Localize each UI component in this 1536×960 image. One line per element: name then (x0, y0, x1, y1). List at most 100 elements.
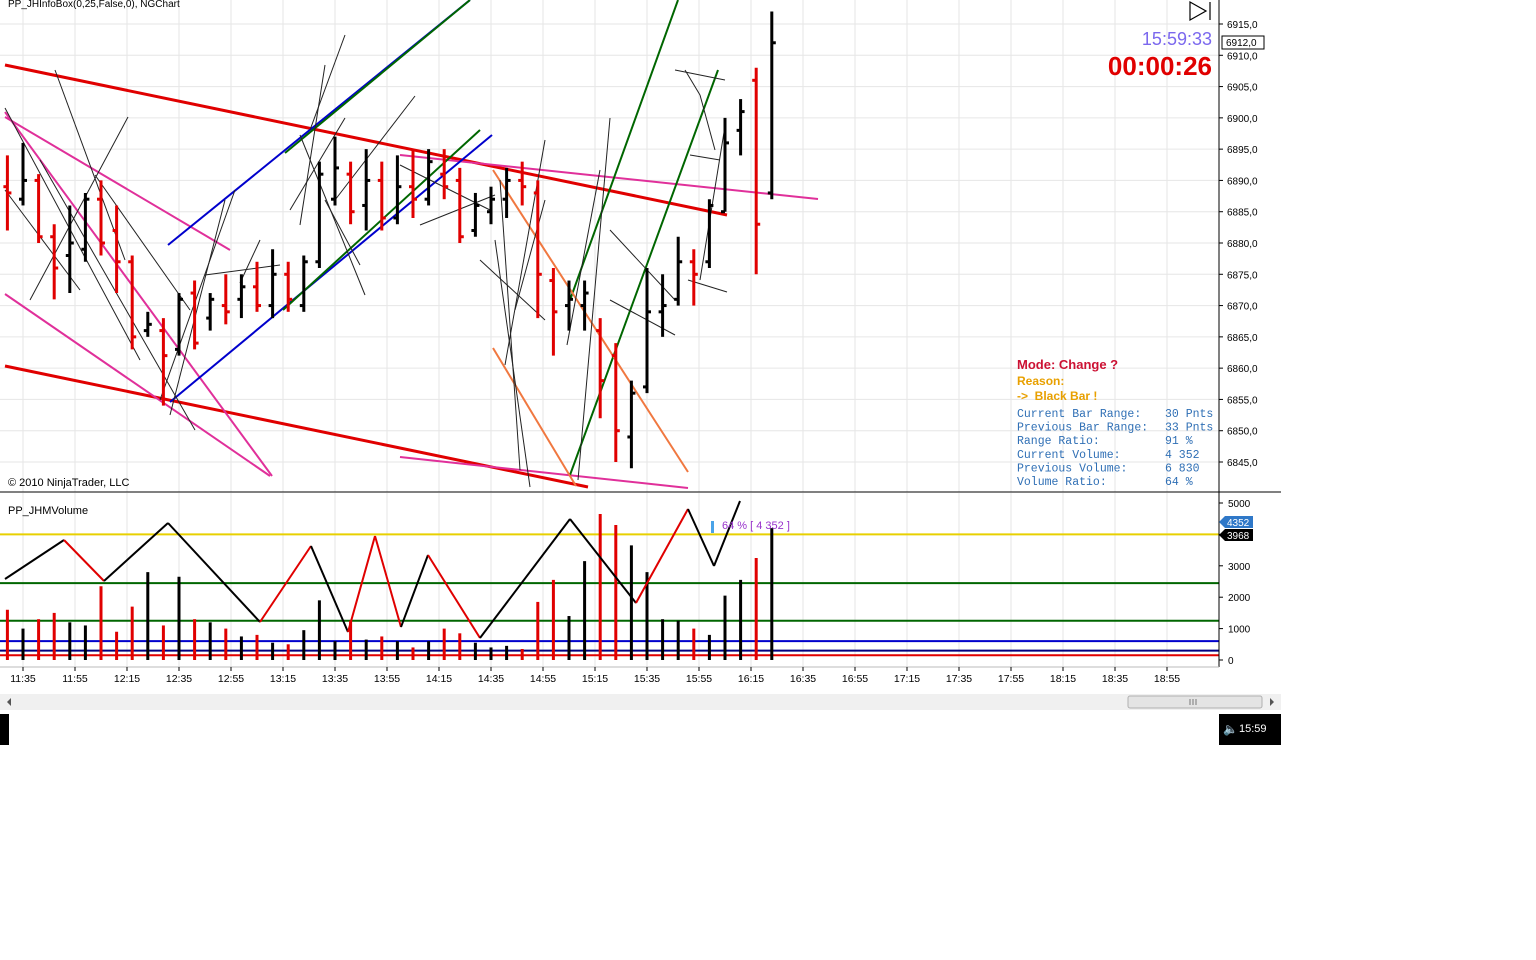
price-tick-label: 6845,0 (1227, 458, 1258, 469)
zigzag-segment (687, 508, 715, 567)
ohlc-bar (611, 343, 620, 462)
price-tick-label: 6875,0 (1227, 270, 1258, 281)
system-tray[interactable]: 🔈 15:59 (1219, 714, 1281, 745)
fib-ray (289, 117, 346, 211)
svg-text:3968: 3968 (1227, 531, 1250, 542)
time-tick-label: 12:55 (218, 673, 244, 685)
copyright-text: © 2010 NinjaTrader, LLC (8, 477, 129, 489)
ohlc-bar (767, 11, 776, 200)
info-row-label: Current Volume: (1017, 449, 1121, 462)
volume-annotation: 64 % [ 4 352 ] (711, 520, 790, 533)
volume-tick-label: 1000 (1228, 625, 1251, 636)
time-tick-label: 14:55 (530, 673, 556, 685)
zigzag-segment (400, 554, 429, 628)
info-row-value: 33 Pnts (1165, 422, 1213, 435)
ohlc-bar (455, 167, 464, 243)
speaker-icon[interactable]: 🔈 (1223, 722, 1238, 736)
current-volume-label: 4352 (1219, 516, 1253, 529)
green-channel-right (569, 69, 719, 476)
horizontal-scrollbar[interactable] (0, 694, 1281, 710)
ohlc-bar (721, 117, 729, 214)
info-row-label: Previous Bar Range: (1017, 422, 1148, 435)
ohlc-bar (253, 261, 261, 312)
time-tick-label: 14:35 (478, 673, 504, 685)
volume-tick-label: 3000 (1228, 562, 1251, 573)
info-mode: Mode: Change ? (1017, 357, 1118, 372)
ohlc-bar (143, 311, 152, 337)
time-tick-label: 14:15 (426, 673, 452, 685)
fib-ray (479, 259, 546, 321)
info-row-label: Current Bar Range: (1017, 408, 1141, 421)
info-reason-label: Reason: (1017, 374, 1064, 388)
volume-panel-title: PP_JHMVolume (8, 505, 88, 517)
price-tick-label: 6905,0 (1227, 83, 1258, 94)
average-volume-label: 3968 (1219, 529, 1253, 542)
fib-ray (4, 107, 141, 361)
volume-zigzag (4, 500, 741, 639)
price-tick-label: 6915,0 (1227, 20, 1258, 31)
green-channel-right (569, 0, 679, 301)
time-tick-label: 18:15 (1050, 673, 1076, 685)
time-tick-label: 13:15 (270, 673, 296, 685)
ohlc-bar (284, 261, 293, 312)
time-tick-label: 12:35 (166, 673, 192, 685)
price-tick-label: 6855,0 (1227, 395, 1258, 406)
time-tick-label: 15:55 (686, 673, 712, 685)
pink-trendline (4, 293, 271, 477)
fib-ray (577, 117, 611, 481)
ohlc-bar (3, 155, 12, 231)
info-row-value: 30 Pnts (1165, 408, 1213, 421)
svg-text:64 % [ 4 352 ]: 64 % [ 4 352 ] (722, 520, 790, 532)
play-end-icon[interactable] (1189, 0, 1211, 22)
ohlc-bar (190, 280, 199, 350)
price-axis-labels: 6915,0 6910,0 6905,0 6900,0 6895,0 6890,0 6885… (1219, 20, 1258, 469)
price-tick-label: 6850,0 (1227, 427, 1258, 438)
volume-tick-label: 5000 (1228, 499, 1251, 510)
time-tick-label: 16:15 (738, 673, 764, 685)
svg-text:4352: 4352 (1227, 518, 1250, 529)
ohlc-bar (533, 180, 542, 319)
time-tick-label: 16:55 (842, 673, 868, 685)
ohlc-bar (331, 136, 339, 206)
price-tick-label: 6885,0 (1227, 208, 1258, 219)
chart-canvas[interactable]: 6915,0 6910,0 6905,0 6900,0 6895,0 6890,0 6885… (0, 0, 1281, 714)
orange-trendline (492, 169, 689, 473)
ohlc-bar (409, 149, 417, 218)
time-tick-label: 16:35 (790, 673, 816, 685)
ohlc-bar (377, 161, 386, 231)
info-row-value: 6 830 (1165, 462, 1200, 475)
zigzag-segment (4, 539, 65, 580)
time-tick-label: 15:15 (582, 673, 608, 685)
info-reason-value: -> Black Bar ! (1017, 389, 1097, 403)
fib-ray (699, 94, 716, 151)
ohlc-bar (487, 186, 495, 225)
ninjatrader-chart-window: 6915,0 6910,0 6905,0 6900,0 6895,0 6890,0 6885… (0, 0, 1536, 960)
ohlc-bar (221, 274, 230, 325)
info-row-value: 4 352 (1165, 449, 1200, 462)
time-tick-label: 18:55 (1154, 673, 1180, 685)
time-tick-label: 17:35 (946, 673, 972, 685)
time-tick-label: 17:55 (998, 673, 1024, 685)
fib-ray (609, 229, 676, 301)
zigzag-segment (427, 554, 481, 639)
ohlc-bar (502, 167, 511, 218)
ohlc-bar (674, 236, 683, 306)
fib-ray (299, 134, 366, 296)
price-tick-label: 6860,0 (1227, 364, 1258, 375)
ohlc-bar (471, 192, 480, 237)
zigzag-segment (635, 508, 689, 604)
time-axis-labels: 11:35 11:55 12:15 12:35 12:55 13:15 13:35 13:55… (10, 667, 1180, 685)
zigzag-segment (310, 545, 349, 633)
pink-trendline (4, 111, 273, 477)
price-tick-label: 6900,0 (1227, 114, 1258, 125)
ohlc-bar (97, 180, 105, 256)
ohlc-bar (34, 174, 43, 243)
zigzag-segment (374, 535, 402, 628)
ohlc-bar (549, 268, 558, 356)
ohlc-bar (315, 161, 324, 269)
scroll-thumb[interactable] (1127, 695, 1263, 709)
time-tick-label: 15:35 (634, 673, 660, 685)
ohlc-bar (128, 255, 137, 350)
info-row-value: 64 % (1165, 476, 1193, 489)
clock-time: 15:59:33 (1142, 29, 1212, 49)
